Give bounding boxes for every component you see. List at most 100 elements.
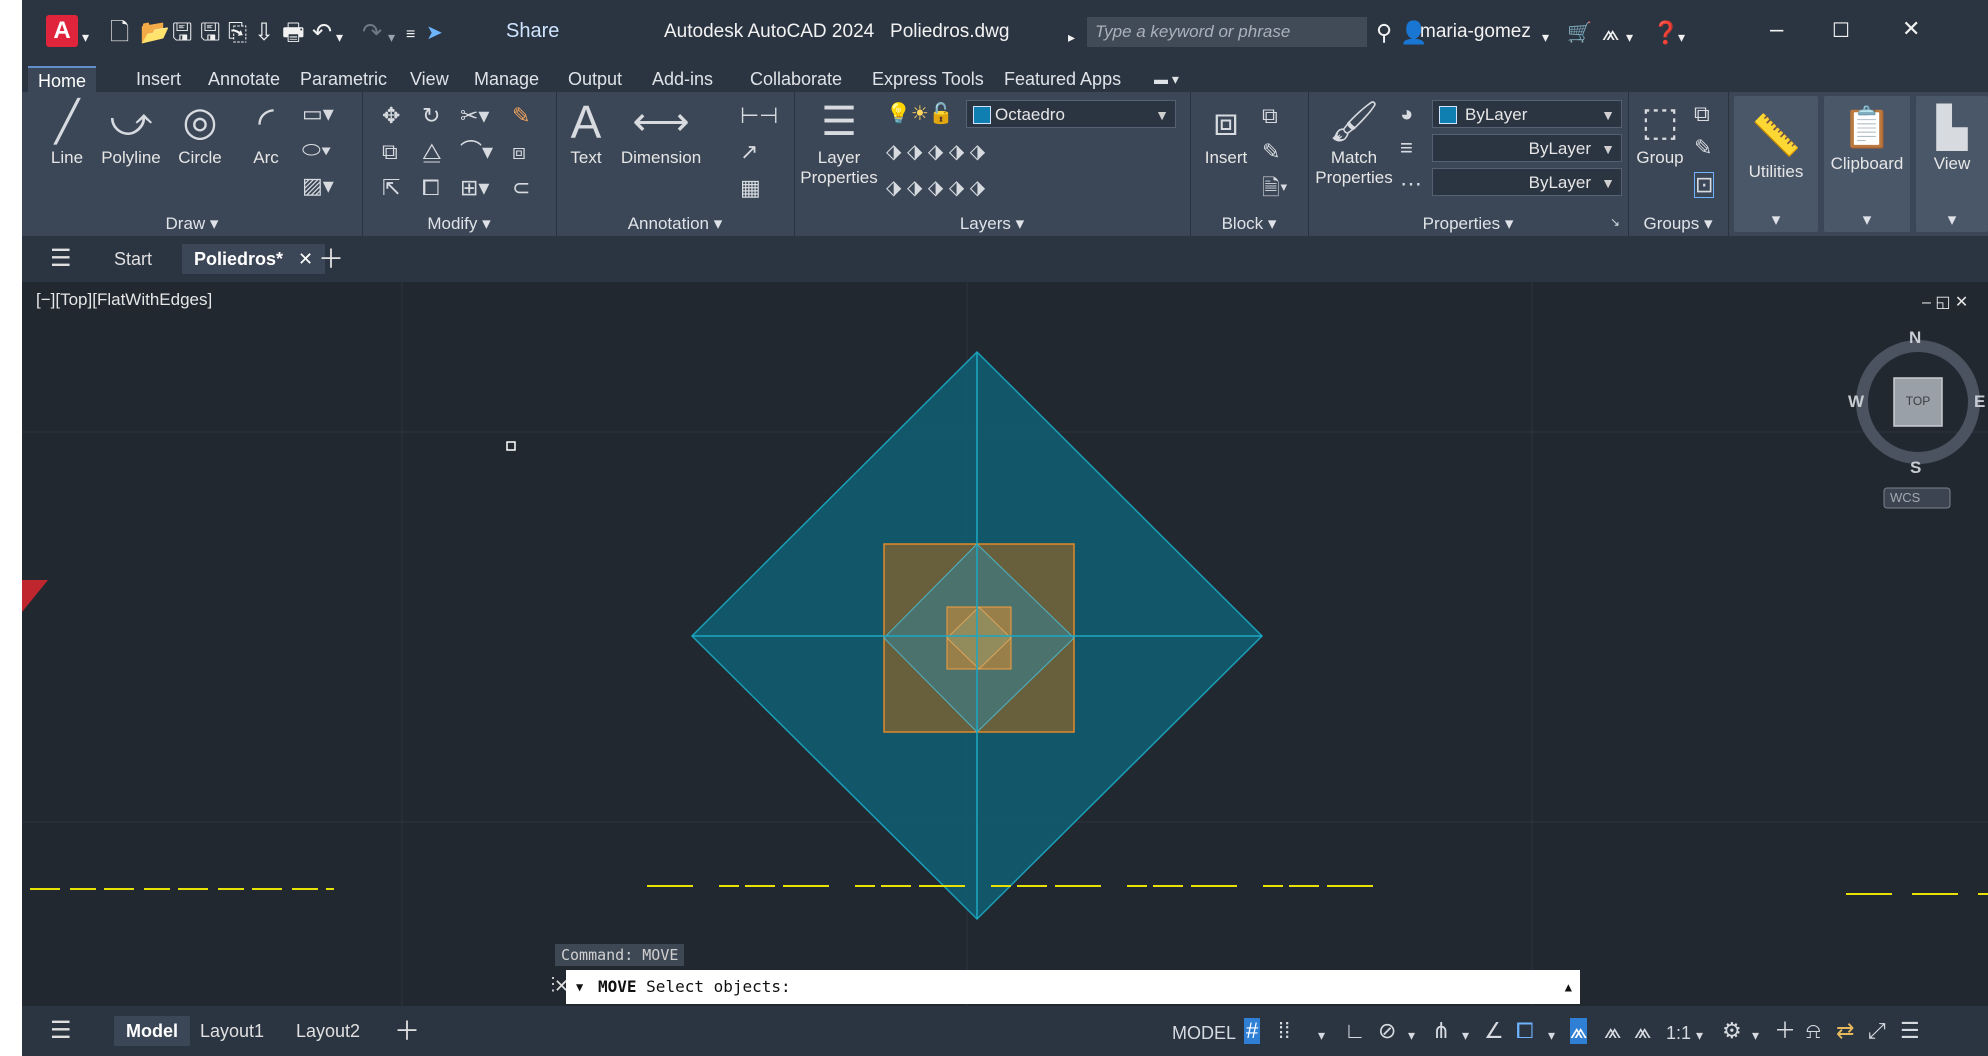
snap-icon[interactable]: ⁞⁞ xyxy=(1278,1018,1290,1044)
user-dropdown-icon[interactable]: ▾ xyxy=(1542,24,1549,50)
tab-view[interactable]: View xyxy=(400,66,459,92)
tab-add-ins[interactable]: Add-ins xyxy=(642,66,723,92)
new-tab-icon[interactable]: ＋ xyxy=(318,244,344,274)
annotation-visibility-icon[interactable]: ⩕ xyxy=(1570,1018,1588,1044)
ucs-label[interactable]: WCS xyxy=(1890,490,1920,505)
save-icon[interactable]: 🖫 xyxy=(172,20,192,46)
tab-home[interactable]: Home xyxy=(28,66,97,94)
share-button[interactable]: Share xyxy=(506,20,559,43)
insert-block-button[interactable]: ⧈ Insert xyxy=(1198,100,1254,168)
tab-layout2[interactable]: Layout2 xyxy=(296,1016,360,1046)
rectangle-icon[interactable]: ▭▾ xyxy=(302,102,334,126)
leader-icon[interactable]: ↗ xyxy=(740,140,758,164)
plot-icon[interactable]: 🖶 xyxy=(282,20,305,46)
ungroup-icon[interactable]: ⧉ xyxy=(1694,102,1710,126)
chevron-down-icon[interactable]: ▾ xyxy=(1734,210,1818,230)
copy-icon[interactable]: ⧉ xyxy=(382,140,398,164)
tab-output[interactable]: Output xyxy=(558,66,632,92)
compass-west[interactable]: W xyxy=(1848,392,1864,412)
new-layout-icon[interactable]: ＋ xyxy=(394,1016,420,1046)
autodesk-app-icon[interactable]: ⩕ xyxy=(1602,20,1619,46)
layer-state-icons[interactable]: 💡☀🔓 xyxy=(886,102,954,126)
undo-icon[interactable]: ↶ xyxy=(312,20,332,46)
workspace-dropdown-icon[interactable]: ▾ xyxy=(1752,1022,1759,1048)
table-icon[interactable]: ▦ xyxy=(740,176,761,200)
user-account[interactable]: maria-gomez xyxy=(1420,21,1531,43)
edit-block-icon[interactable]: ✎ xyxy=(1262,140,1280,164)
scale-icon[interactable]: ⧠ xyxy=(422,176,440,200)
redo-icon[interactable]: ↷ xyxy=(362,20,382,46)
app-dropdown-icon[interactable]: ▾ xyxy=(1626,24,1633,50)
groups-panel-title[interactable]: Groups ▾ xyxy=(1628,214,1728,234)
snap-dropdown-icon[interactable]: ▾ xyxy=(1318,1022,1325,1048)
polyline-button[interactable]: ⤻ Polyline xyxy=(94,100,168,168)
compass-south[interactable]: S xyxy=(1910,458,1921,478)
tab-insert[interactable]: Insert xyxy=(126,66,191,92)
layers-panel-title[interactable]: Layers ▾ xyxy=(794,214,1190,234)
layout-menu-icon[interactable]: ☰ xyxy=(50,1016,72,1046)
new-file-icon[interactable]: 🗋 xyxy=(110,20,129,46)
ribbon-minimize-icon[interactable]: ▬ ▾ xyxy=(1144,66,1189,92)
compass-north[interactable]: N xyxy=(1909,328,1921,348)
array-icon[interactable]: ⊞▾ xyxy=(460,176,489,200)
customization-menu-icon[interactable]: ☰ xyxy=(1900,1018,1920,1044)
hatch-icon[interactable]: ▨▾ xyxy=(302,174,334,198)
group-button[interactable]: ⬚ Group xyxy=(1632,100,1688,168)
linear-dimension-icon[interactable]: ⊢⊣ xyxy=(740,104,778,128)
help-dropdown-icon[interactable]: ▾ xyxy=(1678,24,1685,50)
circle-button[interactable]: ◎ Circle xyxy=(170,100,230,168)
scale-dropdown-icon[interactable]: ▾ xyxy=(1696,1022,1703,1048)
close-tab-icon[interactable]: ✕ xyxy=(298,249,313,269)
polar-icon[interactable]: ⊘ xyxy=(1378,1018,1396,1044)
tab-parametric[interactable]: Parametric xyxy=(290,66,397,92)
compass-east[interactable]: E xyxy=(1974,392,1985,412)
fullscreen-icon[interactable]: ⤢ xyxy=(1868,1018,1886,1044)
group-edit-icon[interactable]: ✎ xyxy=(1694,136,1712,160)
block-attributes-icon[interactable]: 🗎▾ xyxy=(1262,176,1288,200)
rotate-icon[interactable]: ↻ xyxy=(422,104,440,128)
color-dropdown[interactable]: ByLayer ▼ xyxy=(1432,100,1622,128)
view-panel[interactable]: ▙ View ▾ xyxy=(1916,96,1988,232)
maximize-icon[interactable]: ☐ xyxy=(1832,18,1850,43)
move-icon[interactable]: ✥ xyxy=(382,104,400,128)
viewcube-top-label[interactable]: TOP xyxy=(1894,394,1942,408)
ortho-icon[interactable]: ∟ xyxy=(1344,1018,1366,1044)
minimize-icon[interactable]: – xyxy=(1770,16,1783,44)
tab-manage[interactable]: Manage xyxy=(464,66,549,92)
search-expand-icon[interactable]: ▸ xyxy=(1068,24,1075,50)
linetype-dropdown[interactable]: ByLayer ▼ xyxy=(1432,168,1622,196)
mirror-icon[interactable]: ⧋ xyxy=(422,140,442,164)
application-menu-button[interactable]: A xyxy=(46,15,78,47)
tab-express-tools[interactable]: Express Tools xyxy=(862,66,994,92)
group-selection-icon[interactable]: ⊡ xyxy=(1694,172,1715,198)
lineweight-dropdown[interactable]: ByLayer ▼ xyxy=(1432,134,1622,162)
file-tab-menu-icon[interactable]: ☰ xyxy=(50,244,72,274)
polar-dropdown-icon[interactable]: ▾ xyxy=(1408,1022,1415,1048)
viewport-controls-label[interactable]: [−][Top][FlatWithEdges] xyxy=(36,290,212,310)
save-web-icon[interactable]: ⇩ xyxy=(254,20,274,46)
block-panel-title[interactable]: Block ▾ xyxy=(1190,214,1308,234)
match-properties-button[interactable]: 🖌 Match Properties xyxy=(1314,100,1394,188)
annotation-scale-value[interactable]: 1:1 xyxy=(1666,1020,1691,1046)
workspace-gear-icon[interactable]: ⚙ xyxy=(1722,1018,1742,1044)
share-icon[interactable]: ➤ xyxy=(426,20,443,46)
save-as-icon[interactable]: 🖫 xyxy=(200,20,220,46)
quick-properties-icon[interactable]: ⇄ xyxy=(1836,1018,1854,1044)
object-snap-tracking-icon[interactable]: ∠ xyxy=(1484,1018,1504,1044)
fillet-icon[interactable]: ⌒▾ xyxy=(460,140,493,164)
offset-icon[interactable]: ⊂ xyxy=(512,176,530,200)
layer-tools-row2-icons[interactable]: ⬗ ⬗ ⬗ ⬗ ⬗ xyxy=(886,176,985,200)
close-icon[interactable]: ✕ xyxy=(1902,16,1920,42)
cart-icon[interactable]: 🛒 xyxy=(1567,20,1592,46)
annotation-panel-title[interactable]: Annotation ▾ xyxy=(556,214,794,234)
layer-tools-row1-icons[interactable]: ⬗ ⬗ ⬗ ⬗ ⬗ xyxy=(886,140,985,164)
trim-icon[interactable]: ✂▾ xyxy=(460,104,489,128)
search-input[interactable]: Type a keyword or phrase xyxy=(1087,17,1367,47)
app-menu-chevron-icon[interactable]: ▾ xyxy=(82,24,89,50)
isodraft-icon[interactable]: ⋔ xyxy=(1432,1018,1450,1044)
search-icon[interactable]: ⚲ xyxy=(1376,20,1392,46)
layer-properties-button[interactable]: ☰ Layer Properties xyxy=(798,100,880,188)
text-button[interactable]: A Text xyxy=(564,99,608,168)
grid-icon[interactable]: # xyxy=(1244,1018,1261,1044)
open-folder-icon[interactable]: 📂 xyxy=(140,20,170,46)
